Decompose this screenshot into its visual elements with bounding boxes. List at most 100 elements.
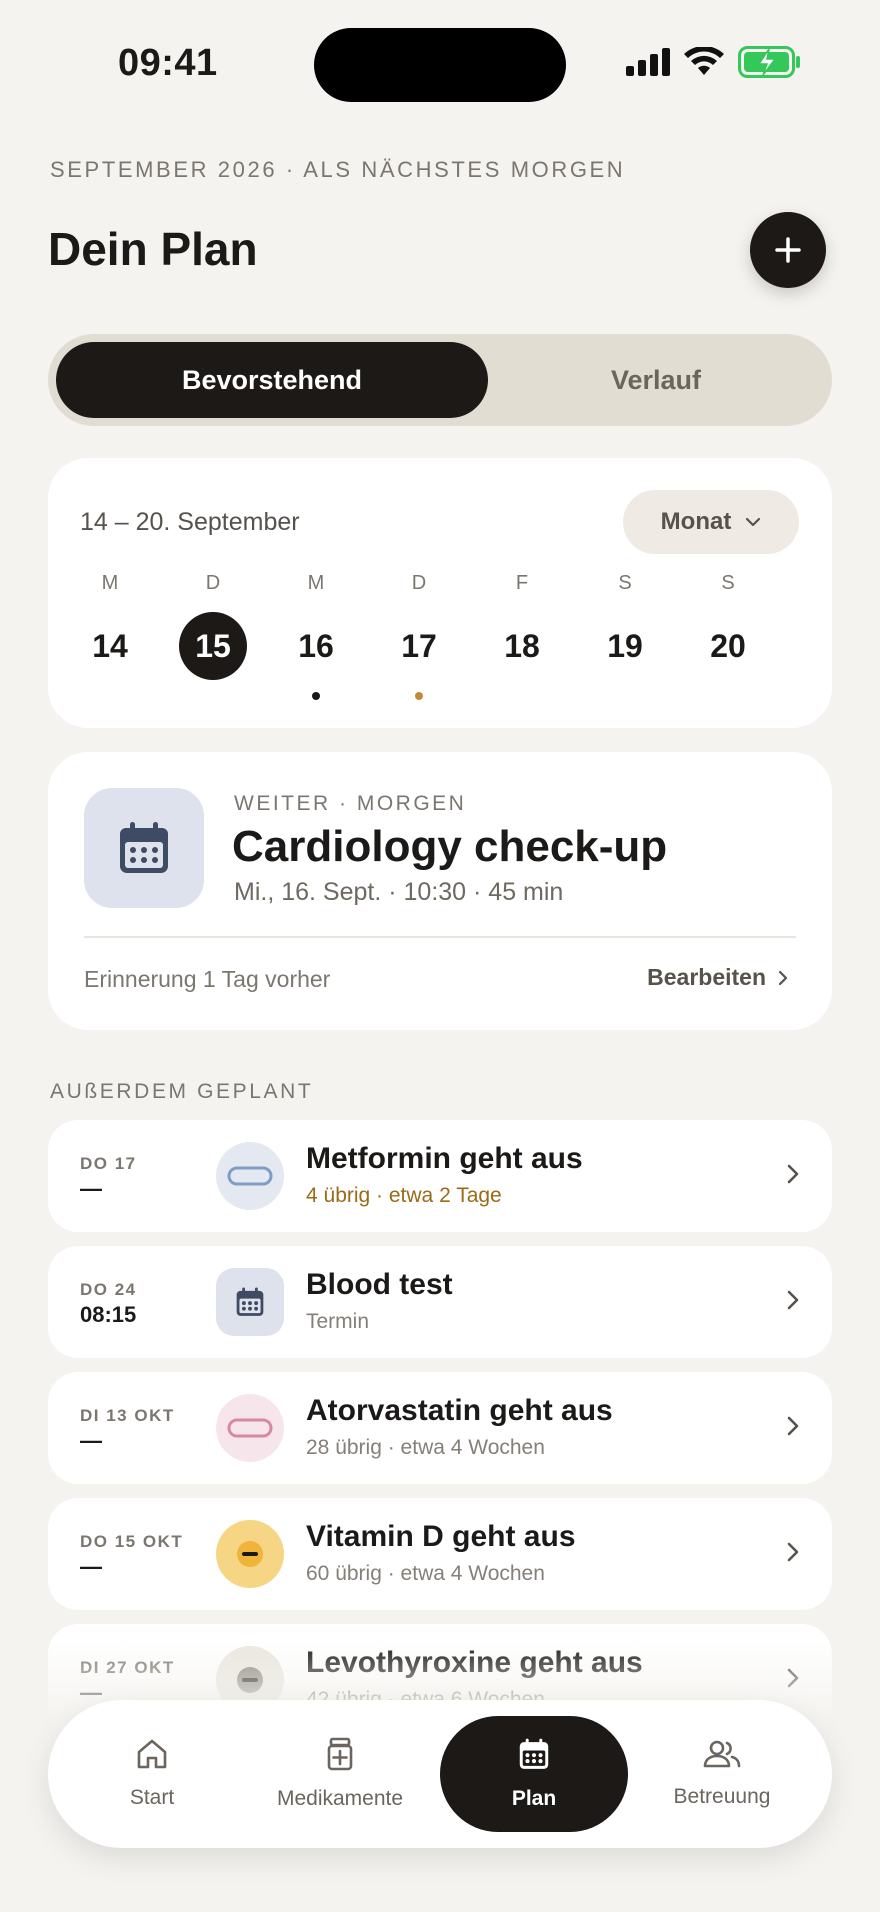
week-days: M 14 D 15 M 16 D 17 F 18 S 19 S 20 bbox=[48, 572, 832, 712]
status-bar: 09:41 bbox=[0, 0, 880, 130]
tab-bar: Start Medikamente Plan Betreuung bbox=[48, 1700, 832, 1848]
list-item[interactable]: DO 17 — Metformin geht aus 4 übrig · etwa 2… bbox=[48, 1120, 832, 1232]
item-time: — bbox=[80, 1176, 102, 1201]
day-15[interactable]: D 15 bbox=[173, 572, 253, 700]
day-16[interactable]: M 16 bbox=[276, 572, 356, 700]
day-17[interactable]: D 17 bbox=[379, 572, 459, 700]
day-number: 18 bbox=[504, 627, 540, 664]
pill-capsule-icon bbox=[216, 1394, 284, 1462]
item-time: — bbox=[80, 1554, 102, 1579]
tab-betreuung[interactable]: Betreuung bbox=[628, 1716, 816, 1832]
edit-label: Bearbeiten bbox=[647, 964, 766, 990]
status-icons bbox=[626, 46, 802, 78]
wifi-icon bbox=[684, 47, 724, 75]
chevron-down-icon bbox=[746, 517, 761, 527]
tab-plan[interactable]: Plan bbox=[440, 1716, 628, 1832]
battery-charging-icon bbox=[738, 46, 800, 78]
people-icon bbox=[703, 1739, 741, 1775]
calendar-icon bbox=[216, 1268, 284, 1336]
item-subtitle: 28 übrig · etwa 4 Wochen bbox=[306, 1436, 545, 1459]
event-dot bbox=[724, 692, 732, 700]
pill-capsule-icon bbox=[216, 1142, 284, 1210]
medicine-icon bbox=[326, 1737, 354, 1777]
list-item[interactable]: DO 24 08:15 Blood test Termin bbox=[48, 1246, 832, 1358]
segment-upcoming[interactable]: Bevorstehend bbox=[56, 342, 488, 418]
week-calendar-card: 14 – 20. September Monat M 14 D 15 M 16 D 17 F 18… bbox=[48, 458, 832, 728]
week-range: 14 – 20. September bbox=[80, 508, 300, 536]
event-dot bbox=[106, 692, 114, 700]
calendar-icon bbox=[518, 1737, 550, 1777]
divider bbox=[84, 936, 796, 938]
month-view-button[interactable]: Monat bbox=[623, 490, 799, 554]
event-dot bbox=[312, 692, 320, 700]
day-number: 16 bbox=[298, 627, 334, 664]
day-19[interactable]: S 19 bbox=[585, 572, 665, 700]
day-letter: D bbox=[411, 572, 427, 594]
item-time: — bbox=[80, 1428, 102, 1453]
item-subtitle: Termin bbox=[306, 1310, 370, 1333]
day-letter: D bbox=[205, 572, 221, 594]
edit-button[interactable]: Bearbeiten bbox=[647, 964, 788, 991]
view-segmented-control: Bevorstehend Verlauf bbox=[48, 334, 832, 426]
day-number: 20 bbox=[710, 627, 746, 664]
event-dot bbox=[621, 692, 629, 700]
next-reminder: Erinnerung 1 Tag vorher bbox=[84, 966, 331, 992]
item-title: Blood test bbox=[306, 1268, 453, 1301]
header-overline: SEPTEMBER 2026 · ALS NÄCHSTES MORGEN bbox=[50, 157, 626, 182]
day-letter: M bbox=[307, 572, 325, 594]
item-date: DI 13 OKT bbox=[80, 1406, 175, 1425]
day-letter: S bbox=[721, 572, 735, 594]
day-number: 19 bbox=[607, 627, 643, 664]
list-item[interactable]: DO 15 OKT — Vitamin D geht aus 60 übrig · e… bbox=[48, 1498, 832, 1610]
chevron-right-icon bbox=[787, 1416, 799, 1436]
item-title: Metformin geht aus bbox=[306, 1142, 583, 1175]
event-dot bbox=[209, 692, 217, 700]
month-view-label: Monat bbox=[660, 508, 732, 535]
event-dot bbox=[415, 692, 423, 700]
chevron-right-icon bbox=[787, 1164, 799, 1184]
item-title: Vitamin D geht aus bbox=[306, 1520, 576, 1553]
item-subtitle: 4 übrig · etwa 2 Tage bbox=[306, 1184, 502, 1207]
tab-label: Medikamente bbox=[276, 1787, 404, 1810]
plus-icon bbox=[775, 237, 801, 263]
item-time: 08:15 bbox=[80, 1302, 137, 1327]
tab-label: Plan bbox=[511, 1787, 557, 1810]
chevron-right-icon bbox=[787, 1290, 799, 1310]
section-label: AUßERDEM GEPLANT bbox=[50, 1080, 314, 1103]
next-overline: WEITER · MORGEN bbox=[234, 792, 467, 815]
home-icon bbox=[135, 1738, 169, 1776]
day-number: 17 bbox=[401, 627, 437, 664]
event-dot bbox=[518, 692, 526, 700]
day-14[interactable]: M 14 bbox=[70, 572, 150, 700]
add-button[interactable] bbox=[750, 212, 826, 288]
day-18[interactable]: F 18 bbox=[482, 572, 562, 700]
tab-medikamente[interactable]: Medikamente bbox=[246, 1716, 434, 1832]
next-appointment-card[interactable]: WEITER · MORGEN Cardiology check-up Mi.,… bbox=[48, 752, 832, 1030]
calendar-icon bbox=[84, 788, 204, 908]
day-20[interactable]: S 20 bbox=[688, 572, 768, 700]
day-letter: F bbox=[515, 572, 529, 594]
next-meta: Mi., 16. Sept. · 10:30 · 45 min bbox=[234, 878, 564, 906]
day-letter: S bbox=[618, 572, 632, 594]
item-date: DO 24 bbox=[80, 1280, 137, 1299]
tab-label: Betreuung bbox=[673, 1785, 771, 1808]
tab-start[interactable]: Start bbox=[58, 1716, 246, 1832]
dynamic-island bbox=[314, 28, 566, 102]
pill-tablet-icon bbox=[216, 1520, 284, 1588]
day-number: 14 bbox=[92, 627, 128, 664]
page-title: Dein Plan bbox=[48, 223, 258, 275]
day-letter: M bbox=[101, 572, 119, 594]
list-item[interactable]: DI 13 OKT — Atorvastatin geht aus 28 übrig … bbox=[48, 1372, 832, 1484]
cellular-signal-icon bbox=[626, 48, 670, 76]
status-time: 09:41 bbox=[118, 42, 218, 84]
item-subtitle: 60 übrig · etwa 4 Wochen bbox=[306, 1562, 545, 1585]
tab-label: Start bbox=[129, 1786, 175, 1809]
item-date: DO 17 bbox=[80, 1154, 137, 1173]
item-title: Atorvastatin geht aus bbox=[306, 1394, 613, 1427]
next-title: Cardiology check-up bbox=[232, 822, 668, 871]
chevron-right-icon bbox=[787, 1542, 799, 1562]
day-number: 15 bbox=[179, 612, 247, 680]
segment-history[interactable]: Verlauf bbox=[488, 342, 824, 418]
item-date: DO 15 OKT bbox=[80, 1532, 184, 1551]
chevron-right-icon bbox=[778, 970, 788, 985]
